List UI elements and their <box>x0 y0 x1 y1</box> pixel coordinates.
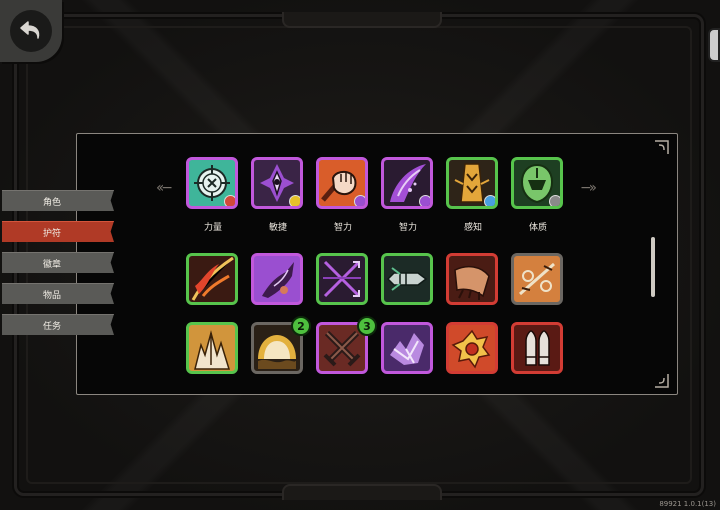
crossed-arrows-icon <box>323 260 361 298</box>
charm-flame-spear[interactable] <box>186 253 238 305</box>
attribute-label: 体质 <box>528 223 547 233</box>
attribute-label: 感知 <box>463 223 482 233</box>
agility-marker-icon <box>289 195 300 206</box>
charm-perception[interactable] <box>446 157 498 209</box>
tab-items[interactable]: 物品 <box>2 283 114 304</box>
prev-arrow-icon[interactable]: ‹‹− <box>156 180 173 196</box>
tab-charm[interactable]: 护符 <box>2 221 114 242</box>
tab-badge[interactable]: 徽章 <box>2 252 114 273</box>
attribute-label: 敏捷 <box>268 223 287 233</box>
intellect-marker-icon <box>354 195 365 206</box>
charm-beast-claws[interactable] <box>446 253 498 305</box>
beast-claw-icon <box>454 265 490 300</box>
charm-ammo-shells[interactable] <box>511 322 563 374</box>
shattered-crystal-icon <box>390 333 424 365</box>
perception-marker-icon <box>484 195 495 206</box>
charm-flower-burst[interactable] <box>446 322 498 374</box>
tab-character[interactable]: 角色 <box>2 190 114 211</box>
flower-burst-icon <box>451 329 491 369</box>
charm-bullet[interactable] <box>381 253 433 305</box>
back-arrow-icon <box>10 10 52 52</box>
charm-constitution[interactable] <box>511 157 563 209</box>
stack-count-badge: 3 <box>357 316 377 336</box>
charm-chain-link[interactable] <box>511 253 563 305</box>
tab-quests[interactable]: 任务 <box>2 314 114 335</box>
claw-hand-icon <box>262 262 294 298</box>
constitution-marker-icon <box>549 195 560 206</box>
corner-ornament-icon <box>655 374 669 388</box>
strength-marker-icon <box>224 195 235 206</box>
chain-link-icon <box>519 262 555 296</box>
charm-panel <box>76 133 678 395</box>
scrollbar[interactable] <box>651 237 655 297</box>
corner-ornament-icon <box>655 140 669 154</box>
charm-shattered-crystal[interactable] <box>381 322 433 374</box>
attribute-label: 智力 <box>333 223 352 233</box>
back-button[interactable] <box>0 0 62 62</box>
version-text: 89921 1.0.1(13) <box>659 500 716 508</box>
charm-intellect-2[interactable] <box>381 157 433 209</box>
charm-agility[interactable] <box>251 157 303 209</box>
frame-top-notch <box>282 12 442 28</box>
charm-void-hand[interactable] <box>251 253 303 305</box>
stone-spire-icon <box>194 330 231 370</box>
ammo-shells-icon <box>525 330 550 366</box>
next-arrow-icon[interactable]: −›› <box>580 180 597 196</box>
attribute-label: 力量 <box>203 223 222 233</box>
side-edge-tab[interactable] <box>708 28 720 62</box>
stack-count-badge: 2 <box>291 316 311 336</box>
frame-bottom-notch <box>282 484 442 500</box>
bullet-icon <box>386 267 428 291</box>
charm-void-arrows[interactable] <box>316 253 368 305</box>
charm-intellect-1[interactable] <box>316 157 368 209</box>
charm-stone-spires[interactable] <box>186 322 238 374</box>
attribute-label: 智力 <box>398 223 417 233</box>
charm-strength[interactable] <box>186 157 238 209</box>
intellect-marker-icon <box>419 195 430 206</box>
flame-spear-icon <box>191 256 234 301</box>
